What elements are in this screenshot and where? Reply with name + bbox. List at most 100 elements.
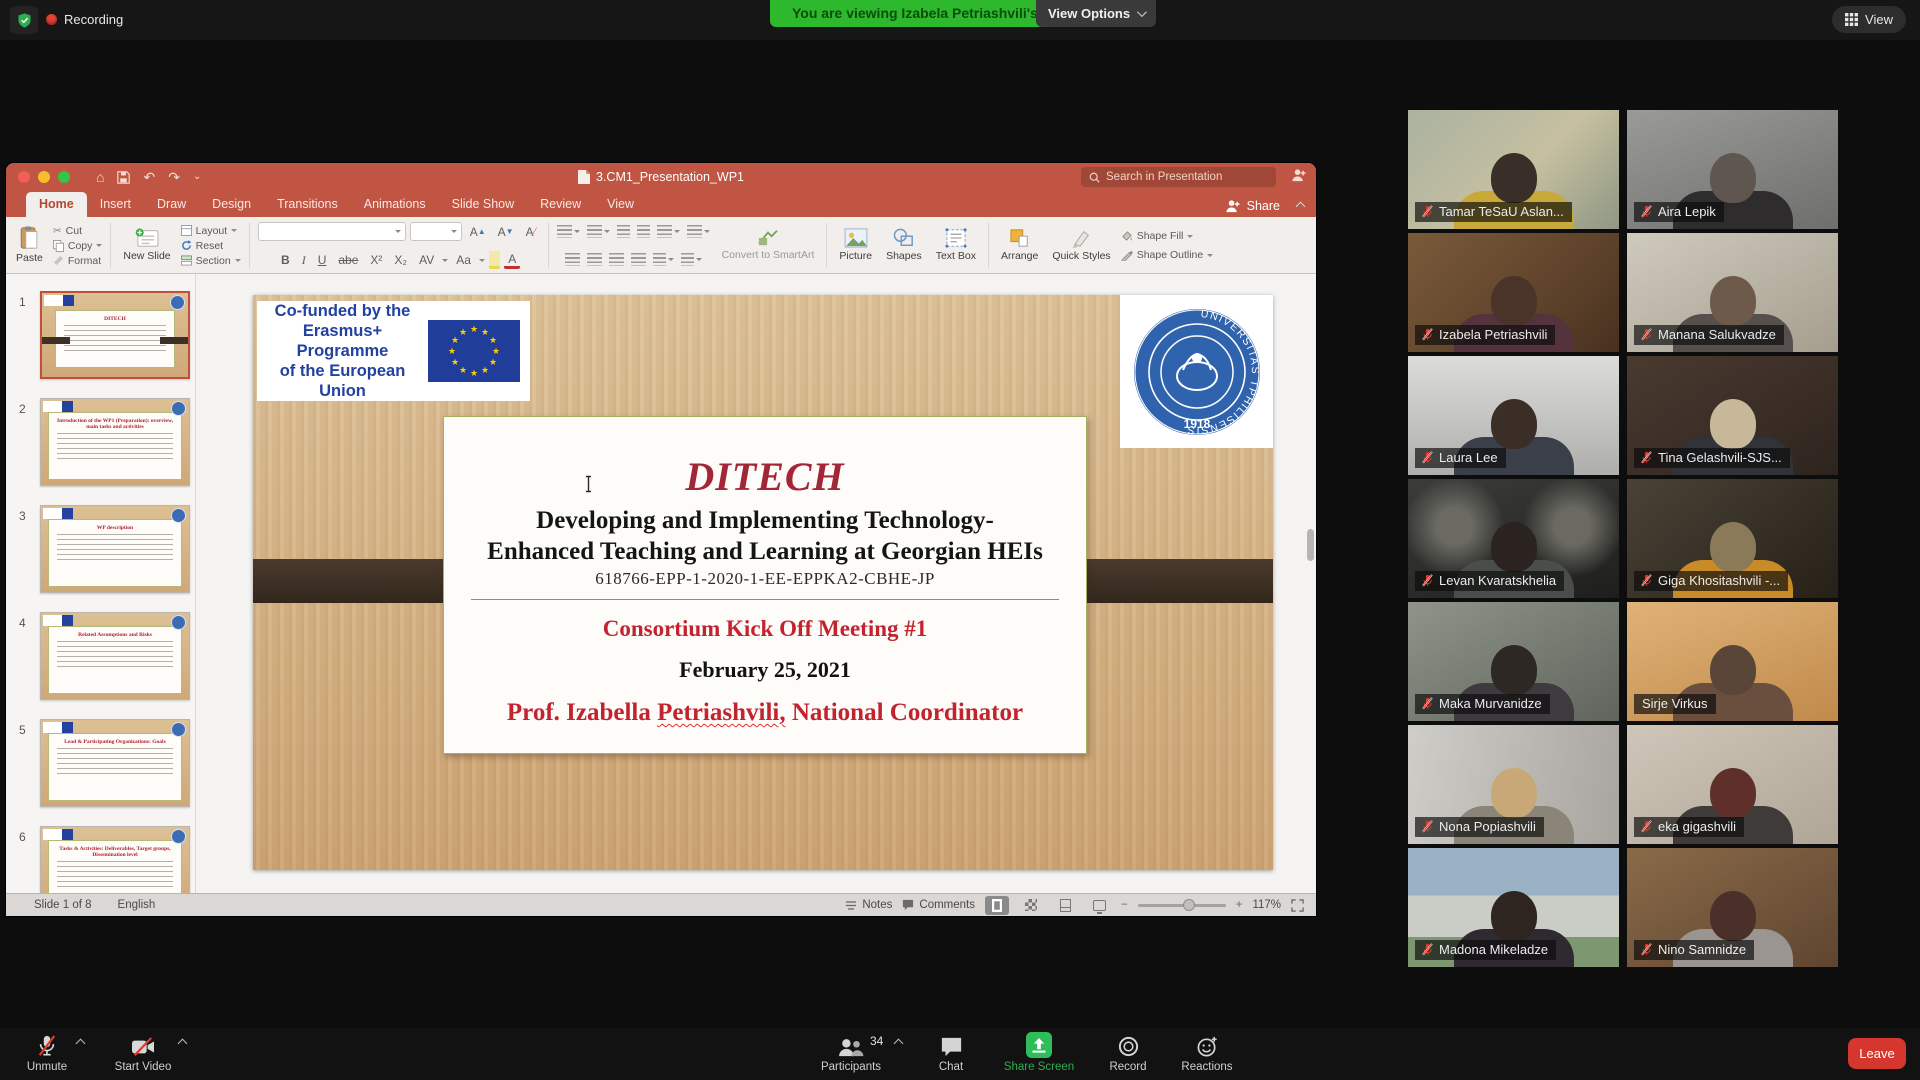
tab-animations[interactable]: Animations (351, 192, 439, 217)
participant-tile[interactable]: Tina Gelashvili-SJS... (1627, 356, 1838, 475)
increase-indent-button[interactable] (637, 225, 650, 238)
thumbnail-slide-preview[interactable]: Lead & Participating Organizations: Goal… (40, 719, 190, 807)
font-name-combo[interactable] (258, 222, 406, 241)
meeting-date[interactable]: February 25, 2021 (444, 657, 1086, 683)
tab-insert[interactable]: Insert (87, 192, 144, 217)
slide-1[interactable]: Co-funded by the Erasmus+ Programme of t… (253, 295, 1273, 870)
chat-button[interactable]: Chat (928, 1032, 974, 1073)
participant-tile[interactable]: Laura Lee (1408, 356, 1619, 475)
gallery-view-button[interactable]: View (1832, 6, 1906, 33)
zoom-out-button[interactable]: − (1121, 899, 1128, 911)
italic-button[interactable]: I (298, 251, 310, 269)
close-window-button[interactable] (18, 171, 30, 183)
reset-button[interactable]: Reset (181, 238, 241, 253)
change-case-button[interactable]: Aa (452, 251, 475, 269)
undo-icon[interactable]: ↶ (143, 170, 155, 184)
copy-button[interactable]: Copy (53, 238, 103, 253)
thumbnail-slide-preview[interactable]: WP description (40, 505, 190, 593)
reactions-button[interactable]: Reactions (1172, 1032, 1242, 1073)
video-options-caret[interactable] (178, 1039, 188, 1049)
notes-toggle[interactable]: Notes (845, 899, 892, 911)
search-field[interactable]: Search in Presentation (1081, 167, 1276, 187)
tab-review[interactable]: Review (527, 192, 594, 217)
tab-transitions[interactable]: Transitions (264, 192, 351, 217)
participant-tile[interactable]: Izabela Petriashvili (1408, 233, 1619, 352)
decrease-font-button[interactable]: A▼ (494, 223, 518, 241)
normal-view-button[interactable] (985, 896, 1009, 915)
view-options-dropdown[interactable]: View Options (1036, 0, 1156, 27)
participant-tile[interactable]: eka gigashvili (1627, 725, 1838, 844)
thumbnail-slide-preview[interactable]: DITECH (40, 291, 190, 379)
line-spacing-button[interactable] (657, 225, 680, 238)
character-spacing-button[interactable]: AV (415, 251, 438, 269)
minimize-window-button[interactable] (38, 171, 50, 183)
subscript-button[interactable]: X₂ (390, 251, 411, 269)
text-box-button[interactable]: Text Box (932, 227, 980, 263)
align-text-button[interactable] (681, 253, 702, 266)
tab-draw[interactable]: Draw (144, 192, 199, 217)
layout-button[interactable]: Layout (181, 223, 241, 238)
thumbnail-slide-preview[interactable]: Introduction of the WP1 (Preparation): o… (40, 398, 190, 486)
slide-title-card[interactable]: DITECH Developing and Implementing Techn… (443, 416, 1087, 754)
align-right-button[interactable] (609, 253, 624, 266)
canvas-scrollbar[interactable] (1307, 529, 1314, 561)
participant-tile[interactable]: Tamar TeSaU Aslan... (1408, 110, 1619, 229)
security-shield-icon[interactable] (10, 6, 38, 34)
shape-fill-button[interactable]: Shape Fill (1121, 229, 1214, 244)
participants-button[interactable]: 34 Participants (808, 1032, 894, 1073)
tab-design[interactable]: Design (199, 192, 264, 217)
participant-tile[interactable]: Giga Khositashvili -... (1627, 479, 1838, 598)
participant-tile[interactable]: Madona Mikeladze (1408, 848, 1619, 967)
shape-outline-button[interactable]: Shape Outline (1121, 248, 1214, 263)
new-slide-button[interactable]: New Slide (119, 227, 174, 263)
participant-tile[interactable]: Levan Kvaratskhelia (1408, 479, 1619, 598)
meeting-title[interactable]: Consortium Kick Off Meeting #1 (444, 616, 1086, 642)
tab-home[interactable]: Home (26, 192, 87, 217)
picture-button[interactable]: Picture (835, 227, 876, 263)
shapes-button[interactable]: Shapes (882, 227, 926, 263)
redo-icon[interactable]: ↷ (168, 170, 180, 184)
language-indicator[interactable]: English (118, 899, 156, 911)
start-video-button[interactable]: Start Video (104, 1032, 182, 1073)
font-color-button[interactable]: A (504, 251, 520, 269)
increase-font-button[interactable]: A▲ (466, 223, 490, 241)
section-button[interactable]: Section (181, 253, 241, 268)
slide-title[interactable]: DITECH (444, 453, 1086, 500)
share-button[interactable]: Share (1225, 199, 1304, 213)
numbering-button[interactable] (587, 225, 610, 238)
underline-button[interactable]: U (314, 251, 331, 269)
participants-caret[interactable] (894, 1039, 904, 1049)
slide-sorter-view-button[interactable] (1019, 896, 1043, 915)
collapse-ribbon-icon[interactable] (1296, 201, 1306, 211)
zoom-slider-knob[interactable] (1183, 899, 1195, 911)
justify-button[interactable] (631, 253, 646, 266)
columns-button[interactable] (687, 225, 710, 238)
tab-view[interactable]: View (594, 192, 647, 217)
arrange-button[interactable]: Arrange (997, 227, 1042, 263)
slideshow-view-button[interactable] (1087, 896, 1111, 915)
align-center-button[interactable] (587, 253, 602, 266)
quick-styles-button[interactable]: Quick Styles (1048, 227, 1114, 263)
comments-toggle[interactable]: Comments (902, 899, 975, 911)
participant-tile[interactable]: Aira Lepik (1627, 110, 1838, 229)
strikethrough-button[interactable]: abe (334, 251, 362, 269)
clear-formatting-button[interactable]: A⁄ (522, 223, 540, 241)
participant-tile[interactable]: Manana Salukvadze (1627, 233, 1838, 352)
project-code[interactable]: 618766-EPP-1-2020-1-EE-EPPKA2-CBHE-JP (444, 569, 1086, 589)
share-screen-button[interactable]: Share Screen (994, 1032, 1084, 1073)
unmute-button[interactable]: Unmute (16, 1032, 78, 1073)
zoom-in-button[interactable]: + (1236, 899, 1243, 911)
window-controls[interactable] (18, 171, 70, 183)
zoom-slider[interactable] (1138, 904, 1226, 907)
cut-button[interactable]: ✂Cut (53, 223, 103, 238)
notes-page-view-button[interactable] (1053, 896, 1077, 915)
highlight-button[interactable] (489, 251, 500, 269)
superscript-button[interactable]: X² (366, 251, 386, 269)
font-size-combo[interactable] (410, 222, 462, 241)
ppt-title-bar[interactable]: ⌂ ↶ ↷ ⌄ 3.CM1_Presentation_WP1 Search in… (6, 163, 1316, 191)
tab-slide-show[interactable]: Slide Show (439, 192, 528, 217)
convert-to-smartart-button[interactable]: Convert to SmartArt (718, 220, 819, 271)
customize-toolbar-icon[interactable]: ⌄ (193, 172, 201, 182)
audio-options-caret[interactable] (76, 1039, 86, 1049)
home-icon[interactable]: ⌂ (96, 170, 104, 184)
